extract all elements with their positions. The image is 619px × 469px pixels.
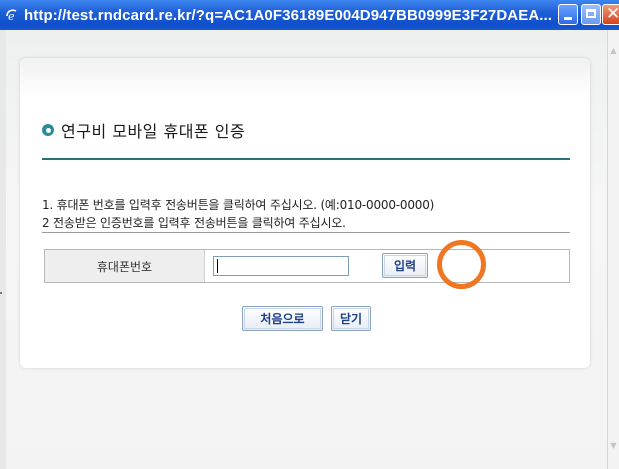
window-title: http://test.rndcard.re.kr/?q=AC1A0F36189… [24, 6, 553, 24]
close-window-button[interactable]: ✕ [602, 4, 619, 25]
scroll-up-icon[interactable]: ▲ [609, 46, 618, 58]
panel-header-band [20, 58, 590, 98]
page-title: 연구비 모바일 휴대폰 인증 [61, 122, 246, 141]
window-titlebar[interactable]: e http://test.rndcard.re.kr/?q=AC1A0F361… [0, 0, 619, 30]
edge-mark [0, 292, 2, 294]
scroll-down-icon[interactable]: ▼ [609, 441, 618, 453]
ie-icon: e [4, 7, 20, 23]
maximize-button[interactable] [581, 4, 601, 25]
heading-divider [42, 158, 570, 160]
instruction-line-2: 2 전송받은 인증번호를 입력후 전송버튼을 클릭하여 주십시오. [42, 216, 346, 230]
restart-button[interactable]: 처음으로 [242, 306, 323, 331]
restart-button-label: 처음으로 [260, 312, 305, 326]
submit-button[interactable]: 입력 [382, 253, 428, 278]
highlight-circle-annotation [437, 240, 486, 289]
minimize-button[interactable] [558, 4, 578, 25]
phone-form-row: 휴대폰번호 입력 [44, 249, 570, 283]
page-heading: 연구비 모바일 휴대폰 인증 [42, 118, 245, 142]
instruction-divider [42, 232, 570, 233]
close-button[interactable]: 닫기 [331, 306, 371, 331]
close-button-label: 닫기 [339, 312, 363, 326]
text-caret [217, 259, 218, 273]
submit-button-label: 입력 [393, 259, 417, 273]
instruction-line-1: 1. 휴대폰 번호를 입력후 전송버튼을 클릭하여 주십시오. (예:010-0… [42, 198, 435, 212]
minimize-icon [564, 17, 572, 20]
vertical-scrollbar[interactable]: ▲ ▼ [607, 30, 619, 469]
bullet-icon [42, 124, 54, 136]
phone-input[interactable] [213, 256, 349, 276]
maximize-icon [586, 9, 596, 18]
close-icon: ✕ [606, 4, 619, 24]
svg-text:e: e [8, 10, 15, 23]
phone-label: 휴대폰번호 [45, 250, 205, 282]
